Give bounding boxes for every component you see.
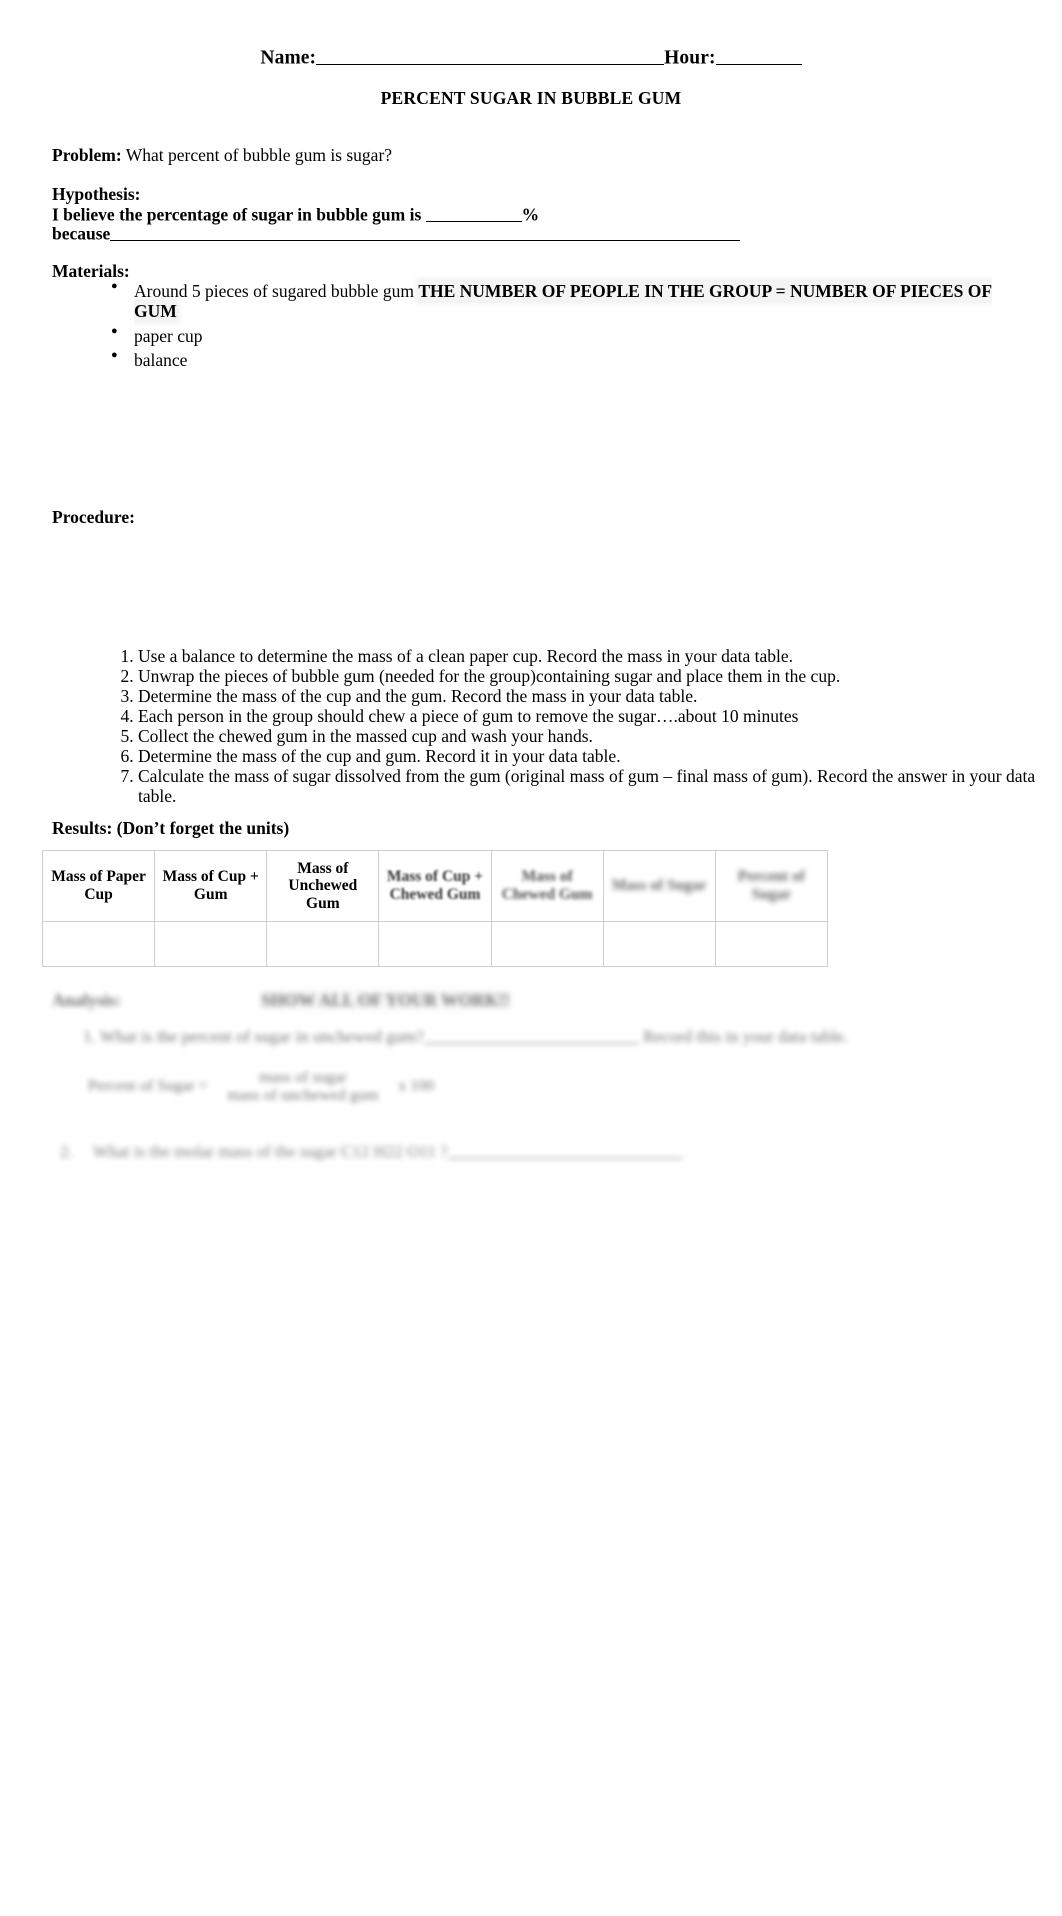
problem-section: Problem: What percent of bubble gum is s… — [52, 145, 392, 166]
list-item: Around 5 pieces of sugared bubble gum TH… — [111, 280, 1034, 322]
list-item: Calculate the mass of sugar dissolved fr… — [138, 766, 1058, 806]
analysis-label: Analysis: — [52, 990, 122, 1010]
analysis-heading: Analysis: SHOW ALL OF YOUR WORK!! — [52, 990, 1012, 1011]
hypothesis-label: Hypothesis: — [52, 184, 141, 204]
cell-mass-cup-gum[interactable] — [154, 921, 268, 967]
col-header-percent-sugar: Percent of Sugar — [714, 850, 829, 922]
materials-list: Around 5 pieces of sugared bubble gum TH… — [98, 280, 1034, 375]
hour-label: Hour: — [664, 47, 716, 69]
col-header-mass-cup-gum: Mass of Cup + Gum — [154, 850, 268, 922]
cell-mass-chewed-gum[interactable] — [490, 921, 604, 967]
worksheet-page: Name: Hour: PERCENT SUGAR IN BUBBLE GUM P… — [0, 0, 1062, 1916]
formula-fraction: mass of sugar mass of unchewed gum — [222, 1069, 385, 1105]
analysis-section: Analysis: SHOW ALL OF YOUR WORK!! What is… — [52, 990, 1012, 1105]
cell-mass-paper-cup[interactable] — [41, 921, 156, 967]
list-item: balance — [111, 349, 1034, 371]
material-text: balance — [134, 350, 188, 371]
list-item: Each person in the group should chew a p… — [138, 706, 1058, 726]
formula-label: Percent of Sugar = — [88, 1077, 208, 1095]
analysis-emphasis: SHOW ALL OF YOUR WORK!! — [261, 990, 510, 1010]
question-text: What is the percent of sugar in unchewed… — [100, 1026, 424, 1046]
procedure-label: Procedure: — [52, 507, 135, 527]
hour-blank-line[interactable] — [715, 44, 802, 66]
list-item: Determine the mass of the cup and gum. R… — [138, 746, 1058, 766]
problem-label: Problem: — [52, 145, 122, 165]
page-title: PERCENT SUGAR IN BUBBLE GUM — [380, 88, 682, 108]
material-text: paper cup — [134, 325, 203, 346]
list-item: paper cup — [111, 325, 1034, 346]
question-text: What is the molar mass of the sugar C12 … — [92, 1141, 448, 1161]
question-number: 2. — [60, 1141, 73, 1161]
cell-mass-cup-chewed-gum[interactable] — [378, 921, 492, 967]
materials-label: Materials: — [52, 261, 130, 281]
results-data-table: Mass of Paper Cup Mass of Cup + Gum Mass… — [41, 850, 829, 967]
hypothesis-because-row: because — [52, 222, 741, 244]
analysis-question-2: 2. What is the molar mass of the sugar C1… — [60, 1140, 960, 1162]
list-item: What is the percent of sugar in unchewed… — [100, 1025, 1012, 1047]
hypothesis-blank-line[interactable] — [425, 203, 522, 223]
question-trailing-note: Record this in your data table. — [643, 1026, 848, 1046]
formula-numerator: mass of sugar — [258, 1069, 347, 1087]
col-header-mass-sugar: Mass of Sugar — [602, 850, 716, 922]
table-header-row: Mass of Paper Cup Mass of Cup + Gum Mass… — [41, 850, 829, 922]
cell-mass-unchewed-gum[interactable] — [266, 921, 380, 967]
because-blank-line[interactable] — [110, 222, 741, 242]
answer-blank-line[interactable] — [447, 1140, 683, 1159]
formula-multiplier: x 100 — [398, 1077, 435, 1095]
procedure-list: Use a balance to determine the mass of a… — [98, 646, 1058, 806]
problem-text: What percent of bubble gum is sugar? — [125, 145, 393, 165]
because-label: because — [52, 223, 111, 244]
name-hour-row: Name: Hour: — [0, 44, 1062, 69]
col-header-mass-paper-cup: Mass of Paper Cup — [41, 850, 156, 922]
analysis-question-list: What is the percent of sugar in unchewed… — [52, 1025, 1012, 1047]
col-header-mass-cup-chewed-gum: Mass of Cup + Chewed Gum — [378, 850, 492, 922]
cell-percent-sugar[interactable] — [714, 921, 829, 967]
table-row — [41, 921, 829, 967]
name-label: Name: — [260, 47, 317, 69]
results-label: Results: (Don’t forget the units) — [52, 818, 290, 838]
cell-mass-sugar[interactable] — [602, 921, 716, 967]
name-blank-line[interactable] — [316, 44, 665, 66]
list-item: Use a balance to determine the mass of a… — [138, 646, 1058, 666]
percent-sugar-formula: Percent of Sugar = mass of sugar mass of… — [88, 1069, 1012, 1105]
col-header-mass-chewed-gum: Mass of Chewed Gum — [490, 850, 604, 922]
answer-blank-line[interactable] — [423, 1025, 639, 1044]
list-item: Unwrap the pieces of bubble gum (needed … — [138, 666, 1058, 686]
material-text: Around 5 pieces of sugared bubble gum — [134, 281, 419, 301]
list-item: Determine the mass of the cup and the gu… — [138, 686, 1058, 706]
list-item: Collect the chewed gum in the massed cup… — [138, 726, 1058, 746]
col-header-mass-unchewed-gum: Mass of Unchewed Gum — [266, 850, 380, 922]
formula-denominator: mass of unchewed gum — [227, 1087, 379, 1105]
